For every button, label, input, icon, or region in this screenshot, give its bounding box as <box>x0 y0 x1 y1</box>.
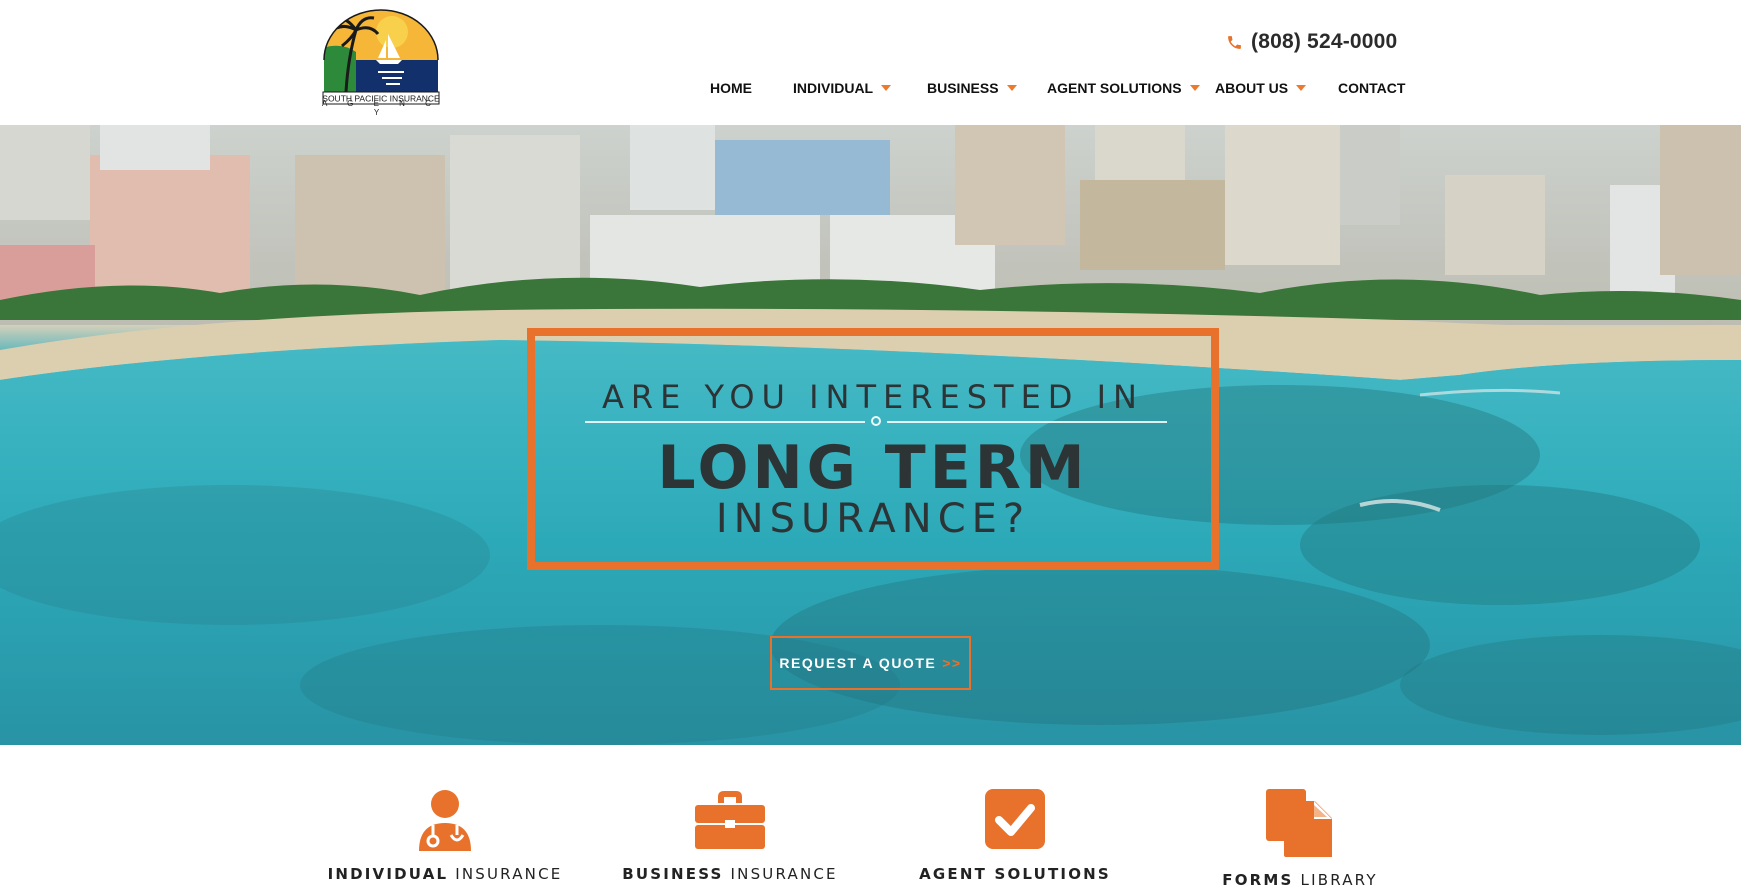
main-nav: HOME INDIVIDUAL BUSINESS AGENT SOLUTIONS… <box>0 80 1741 102</box>
nav-individual[interactable]: INDIVIDUAL <box>793 80 892 96</box>
feature-individual-insurance[interactable]: INDIVIDUAL INSURANCE <box>325 787 565 883</box>
chevron-down-icon <box>1006 85 1017 91</box>
nav-label: AGENT SOLUTIONS <box>1047 80 1182 96</box>
divider-line <box>887 421 1167 423</box>
nav-label: CONTACT <box>1338 80 1406 96</box>
nav-agent-solutions[interactable]: AGENT SOLUTIONS <box>1047 80 1200 96</box>
site-header: SOUTH PACIFIC INSURANCE A G E N C Y (808… <box>0 0 1741 125</box>
briefcase-icon <box>695 791 765 849</box>
phone-contact[interactable]: (808) 524-0000 <box>1226 28 1397 56</box>
nav-label: INDIVIDUAL <box>793 80 874 96</box>
chevron-down-icon <box>1296 85 1307 91</box>
divider-dot <box>871 416 881 426</box>
feature-label: BUSINESS INSURANCE <box>622 865 838 883</box>
nav-label: BUSINESS <box>927 80 999 96</box>
chevron-down-icon <box>1189 85 1200 91</box>
feature-label: AGENT SOLUTIONS <box>919 865 1111 883</box>
doctor-icon <box>419 790 471 851</box>
phone-number: (808) 524-0000 <box>1251 30 1398 53</box>
feature-label: INDIVIDUAL INSURANCE <box>327 865 563 883</box>
feature-label: FORMS LIBRARY <box>1222 871 1378 889</box>
nav-contact[interactable]: CONTACT <box>1338 80 1405 96</box>
headline-line1: ARE YOU INTERESTED IN <box>602 378 1144 416</box>
chevron-down-icon <box>881 85 892 91</box>
features-row: INDIVIDUAL INSURANCE BUSINESS INSURANCE … <box>0 745 1741 896</box>
double-chevron-icon: >> <box>942 655 962 671</box>
headline-frame: ARE YOU INTERESTED IN LONG TERM INSURANC… <box>527 328 1219 570</box>
request-quote-button[interactable]: REQUEST A QUOTE >> <box>770 636 971 690</box>
feature-business-insurance[interactable]: BUSINESS INSURANCE <box>610 787 850 883</box>
request-quote-label: REQUEST A QUOTE <box>779 655 937 671</box>
feature-agent-solutions[interactable]: AGENT SOLUTIONS <box>895 787 1135 883</box>
checkbox-icon <box>985 789 1045 849</box>
nav-about-us[interactable]: ABOUT US <box>1215 80 1307 96</box>
headline-line2: LONG TERM <box>657 433 1089 503</box>
nav-home[interactable]: HOME <box>710 80 752 96</box>
nav-business[interactable]: BUSINESS <box>927 80 1017 96</box>
hero-banner: ARE YOU INTERESTED IN LONG TERM INSURANC… <box>0 125 1741 745</box>
headline-line3: INSURANCE? <box>715 496 1031 542</box>
phone-icon <box>1228 35 1241 49</box>
feature-forms-library[interactable]: FORMS LIBRARY <box>1180 787 1420 889</box>
documents-icon <box>1266 789 1332 857</box>
divider-line <box>585 421 865 423</box>
nav-label: ABOUT US <box>1215 80 1289 96</box>
nav-label: HOME <box>710 80 752 96</box>
